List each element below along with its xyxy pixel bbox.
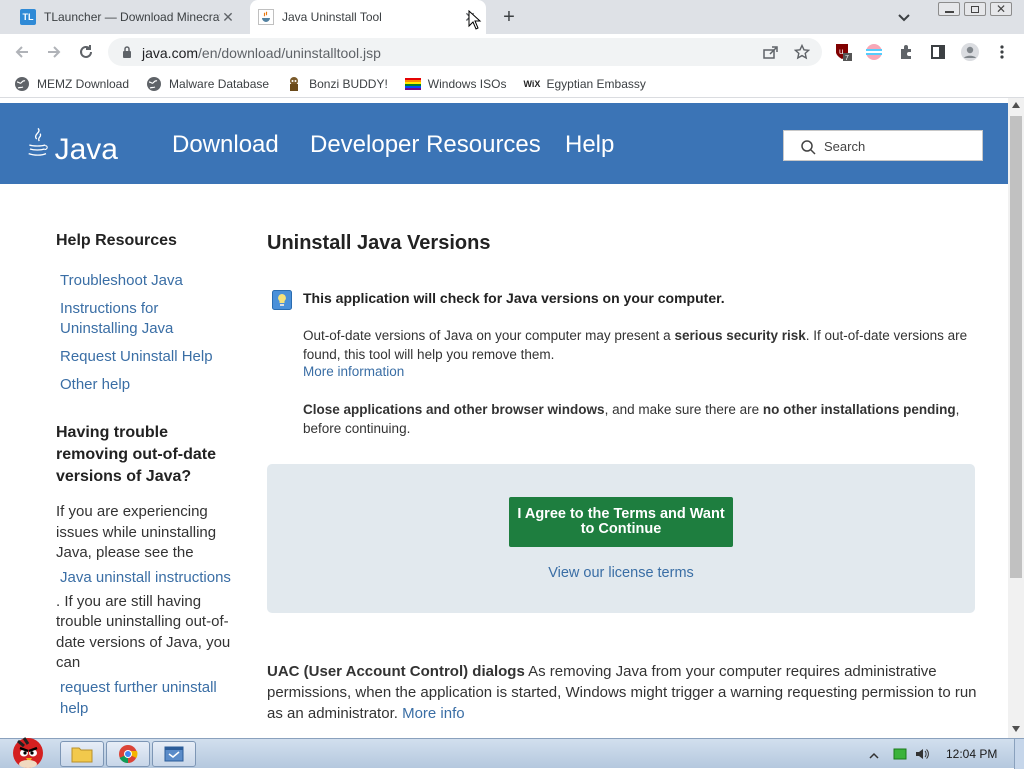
show-desktop-button[interactable] [1014,739,1024,769]
back-arrow-icon[interactable] [10,40,34,64]
java-favicon [258,9,274,25]
info-lightbulb-icon [272,290,292,310]
bonzi-icon [286,76,302,92]
windows-taskbar: 12:04 PM [0,737,1024,769]
nav-developer-resources[interactable]: Developer Resources [310,131,541,159]
java-site-header: Java Download Developer Resources Help S… [0,103,1008,184]
new-tab-button[interactable]: + [498,7,520,29]
site-search-input[interactable]: Search [783,130,983,161]
uac-paragraph: UAC (User Account Control) dialogs As re… [267,663,977,722]
lock-icon[interactable] [120,45,134,59]
reload-icon[interactable] [74,40,98,64]
search-placeholder: Search [824,139,866,154]
side-panel-icon[interactable] [928,42,948,62]
tab-title: Java Uninstall Tool [282,10,382,24]
globe-icon [14,76,30,92]
svg-text:u: u [839,47,843,56]
help-sidebar: Help Resources Troubleshoot Java Instruc… [56,232,236,719]
tab-search-chevron-icon[interactable] [896,9,912,25]
main-content: Uninstall Java Versions This application… [267,232,977,722]
window-controls: ✕ [938,2,1012,16]
tab-strip: TL TLauncher — Download Minecraft ✕ Java… [0,0,1024,34]
java-cup-icon [28,127,48,156]
page-title: Uninstall Java Versions [267,232,491,254]
scroll-down-icon[interactable] [1012,726,1020,732]
request-further-help-link[interactable]: request further uninstall help [60,677,236,719]
tab-tlauncher[interactable]: TL TLauncher — Download Minecraft ✕ [12,0,244,34]
scroll-up-icon[interactable] [1012,102,1020,108]
wix-icon: WiX [523,78,541,89]
url-text: java.com/en/download/uninstalltool.jsp [142,45,381,61]
bookmark-bonzi-buddy[interactable]: Bonzi BUDDY! [286,76,388,92]
java-brand-text: Java [54,133,118,166]
trouble-heading: Having trouble removing out-of-date vers… [56,424,216,485]
license-terms-link[interactable]: View our license terms [267,565,975,581]
search-icon [800,139,816,155]
svg-text:7: 7 [845,55,849,62]
extensions-puzzle-icon[interactable] [896,42,916,62]
close-window-icon[interactable]: ✕ [990,2,1012,16]
agree-panel: I Agree to the Terms and Want to Continu… [267,464,975,613]
security-paragraph: Out-of-date versions of Java on your com… [303,328,968,362]
page-scrollbar[interactable] [1008,98,1024,738]
bookmarks-bar: MEMZ Download Malware Database Bonzi BUD… [0,70,1024,98]
taskbar-chrome-icon[interactable] [106,741,150,767]
close-apps-paragraph: Close applications and other browser win… [303,402,960,436]
close-tab-icon[interactable]: ✕ [220,9,236,25]
scroll-thumb[interactable] [1010,116,1022,578]
taskbar-explorer-folder-icon[interactable] [60,741,104,767]
nav-help[interactable]: Help [565,131,614,159]
bookmark-malware-database[interactable]: Malware Database [146,76,269,92]
minimize-icon[interactable] [938,2,960,16]
page-viewport: Java Download Developer Resources Help S… [0,98,1008,738]
taskbar-app-window-icon[interactable] [152,741,196,767]
info-statement: This application will check for Java ver… [303,290,725,306]
sidebar-link-troubleshoot-java[interactable]: Troubleshoot Java [60,271,236,291]
forward-arrow-icon[interactable] [42,40,66,64]
restore-icon[interactable] [964,2,986,16]
address-bar[interactable]: java.com/en/download/uninstalltool.jsp [108,38,822,66]
share-icon[interactable] [762,44,778,60]
tray-battery-icon[interactable] [893,747,907,761]
rainbow-flag-icon [404,76,421,92]
uac-more-info-link[interactable]: More info [402,705,465,722]
tab-title: TLauncher — Download Minecraft [44,10,220,24]
profile-avatar-icon[interactable] [960,42,980,62]
bookmark-memz[interactable]: MEMZ Download [14,76,129,92]
colored-extension-icon[interactable] [864,42,884,62]
tlauncher-favicon: TL [20,9,36,25]
java-logo[interactable]: Java [26,117,118,167]
trouble-text: If you are experiencing issues while uni… [56,503,217,561]
sidebar-link-uninstall-instructions[interactable]: Instructions for Uninstalling Java [60,299,200,339]
agree-continue-button[interactable]: I Agree to the Terms and Want to Continu… [509,497,733,547]
tab-java-uninstall[interactable]: Java Uninstall Tool ✕ [250,0,486,34]
bookmark-windows-isos[interactable]: Windows ISOs [404,76,506,92]
ublock-extension-icon[interactable]: u7 [833,42,853,62]
more-information-link[interactable]: More information [303,364,404,379]
bookmark-star-icon[interactable] [793,43,811,60]
mouse-cursor-icon [468,9,482,30]
java-uninstall-instructions-link[interactable]: Java uninstall instructions [60,567,236,588]
sidebar-heading: Help Resources [56,232,177,249]
sidebar-link-request-uninstall-help[interactable]: Request Uninstall Help [60,347,236,367]
chrome-menu-icon[interactable] [992,42,1012,62]
tray-expand-arrow-icon[interactable] [869,748,879,759]
browser-toolbar: java.com/en/download/uninstalltool.jsp u… [0,34,1024,70]
sidebar-link-other-help[interactable]: Other help [60,375,236,395]
nav-download[interactable]: Download [172,131,279,159]
globe-icon [146,76,162,92]
bookmark-egyptian-embassy[interactable]: WiX Egyptian Embassy [523,76,645,92]
taskbar-clock[interactable]: 12:04 PM [946,747,997,761]
start-button-angry-bird-icon[interactable] [4,731,52,769]
tray-volume-icon[interactable] [915,747,929,761]
trouble-text-continued: . If you are still having trouble uninst… [56,592,231,672]
